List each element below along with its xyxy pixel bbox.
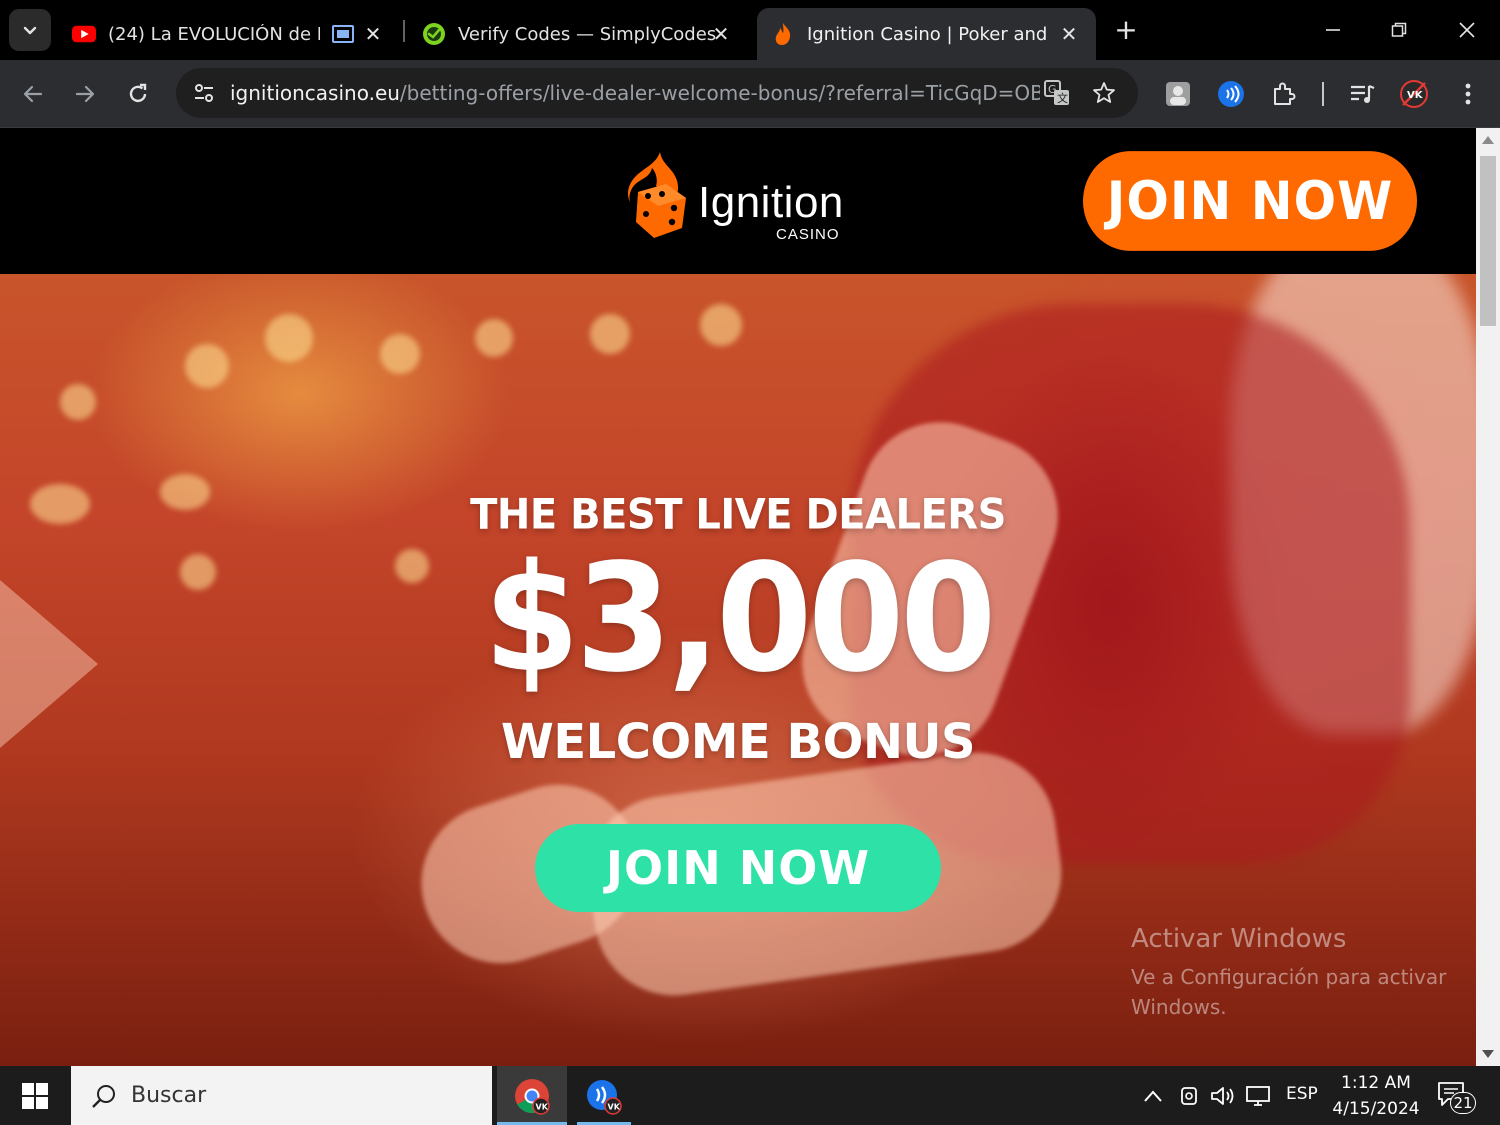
read-aloud-extension-icon[interactable] [1215, 78, 1247, 110]
restore-button[interactable] [1366, 0, 1432, 60]
back-button[interactable] [13, 74, 53, 114]
windows-logo-icon [22, 1082, 48, 1109]
search-placeholder: Buscar [131, 1083, 207, 1108]
tab-divider [403, 20, 405, 42]
scroll-thumb[interactable] [1480, 156, 1496, 326]
close-icon [1459, 22, 1475, 38]
arrow-left-icon [23, 85, 43, 103]
simplycodes-icon [422, 22, 446, 46]
url-path: /betting-offers/live-dealer-welcome-bonu… [399, 81, 1040, 105]
url-text[interactable]: ignitioncasino.eu/betting-offers/live-de… [230, 68, 1040, 118]
svg-text:VK: VK [536, 1102, 549, 1111]
profile-extension-icon[interactable] [1162, 78, 1194, 110]
new-tab-button[interactable]: + [1110, 14, 1142, 46]
clock-date: 4/15/2024 [1332, 1099, 1420, 1119]
close-icon[interactable]: ✕ [708, 21, 734, 47]
vpn-extension-icon[interactable]: VK [1398, 78, 1430, 110]
tab-search-button[interactable] [9, 9, 51, 51]
close-icon[interactable]: ✕ [1056, 21, 1082, 47]
chevron-down-icon [23, 26, 37, 35]
tab-title: (24) La EVOLUCIÓN de Mus [108, 23, 320, 45]
scroll-down-icon[interactable] [1482, 1050, 1494, 1058]
network-icon[interactable] [1244, 1082, 1274, 1110]
bookmark-star-icon[interactable] [1090, 79, 1118, 107]
clock-time: 1:12 AM [1341, 1073, 1411, 1093]
reload-icon [129, 83, 147, 103]
address-bar[interactable]: ignitioncasino.eu/betting-offers/live-de… [176, 68, 1138, 118]
translate-icon[interactable]: G文 [1043, 79, 1071, 107]
close-window-button[interactable] [1434, 0, 1500, 60]
site-settings-icon[interactable] [188, 77, 220, 109]
web-page: Ignition CASINO JOIN NOW THE BEST LIVE D… [0, 128, 1476, 1066]
svg-text:VK: VK [1407, 90, 1424, 101]
page-scrollbar[interactable] [1476, 128, 1500, 1066]
hero-subheadline: WELCOME BONUS [500, 714, 976, 770]
taskbar-search[interactable]: Buscar [71, 1066, 492, 1125]
bokeh-light [185, 344, 229, 388]
ignition-flame-icon [771, 22, 795, 46]
bokeh-light [60, 384, 96, 420]
windows-taskbar: Buscar VK VK ESP 1:12 AM 4/15/2024 21 [0, 1066, 1500, 1125]
watermark-subtitle: Ve a Configuración para activar Windows. [1131, 965, 1447, 1019]
hero-bonus-amount: $3,000 [483, 531, 997, 706]
arrow-right-icon [75, 85, 95, 103]
search-icon [89, 1081, 119, 1111]
tab-title: Ignition Casino | Poker and Casi [807, 23, 1051, 45]
close-icon[interactable]: ✕ [360, 21, 386, 47]
ignition-logo[interactable]: Ignition CASINO [626, 150, 856, 246]
header-join-now-button[interactable]: JOIN NOW [1083, 151, 1417, 251]
hero-join-now-button[interactable]: JOIN NOW [535, 824, 941, 912]
volume-icon[interactable] [1208, 1082, 1238, 1110]
minimize-button[interactable] [1300, 0, 1366, 60]
notification-center-button[interactable]: 21 [1436, 1080, 1476, 1114]
tab-ignition[interactable]: Ignition Casino | Poker and Casi ✕ [757, 8, 1096, 60]
reload-button[interactable] [118, 74, 158, 114]
forward-button[interactable] [65, 74, 105, 114]
more-menu-icon[interactable] [1452, 78, 1484, 110]
bokeh-light [380, 334, 420, 374]
url-domain: ignitioncasino.eu [230, 81, 400, 105]
site-header: Ignition CASINO JOIN NOW [0, 128, 1476, 274]
show-hidden-icons-icon[interactable] [1138, 1082, 1168, 1110]
read-aloud-app-icon: VK [587, 1079, 622, 1115]
notification-count-badge: 21 [1450, 1092, 1476, 1114]
start-button[interactable] [0, 1066, 70, 1125]
tab-youtube[interactable]: (24) La EVOLUCIÓN de Mus ✕ [58, 8, 400, 60]
toolbar-separator [1322, 82, 1324, 106]
tab-simplycodes[interactable]: Verify Codes — SimplyCodes ✕ [408, 8, 748, 60]
taskbar-clock[interactable]: 1:12 AM 4/15/2024 [1330, 1070, 1422, 1122]
taskbar-app[interactable]: VK [569, 1066, 639, 1125]
tab-strip: (24) La EVOLUCIÓN de Mus ✕ Verify Codes … [0, 0, 1500, 60]
browser-toolbar: ignitioncasino.eu/betting-offers/live-de… [0, 60, 1500, 128]
logo-subtitle: CASINO [776, 226, 840, 243]
svg-text:VK: VK [608, 1102, 621, 1111]
minimize-icon [1326, 29, 1340, 31]
bokeh-light [590, 314, 630, 354]
meet-now-icon[interactable] [1174, 1082, 1204, 1110]
flame-dice-logo-icon [628, 152, 686, 238]
windows-activation-watermark: Activar Windows Ve a Configuración para … [1131, 924, 1451, 1022]
bokeh-light [265, 314, 313, 362]
input-language[interactable]: ESP [1286, 1084, 1318, 1104]
taskbar-chrome[interactable]: VK [497, 1066, 567, 1125]
restore-icon [1391, 22, 1407, 37]
logo-wordmark: Ignition [698, 178, 844, 227]
youtube-icon [72, 22, 96, 46]
bokeh-light [475, 319, 513, 357]
picture-in-picture-icon [332, 25, 354, 43]
scroll-up-icon[interactable] [1482, 136, 1494, 144]
tab-title: Verify Codes — SimplyCodes [458, 23, 717, 45]
svg-text:文: 文 [1057, 91, 1068, 105]
watermark-title: Activar Windows [1131, 924, 1347, 954]
hero-banner: THE BEST LIVE DEALERS $3,000 WELCOME BON… [0, 274, 1476, 1066]
bokeh-light [700, 304, 742, 346]
extensions-puzzle-icon[interactable] [1268, 78, 1300, 110]
media-controls-icon[interactable] [1346, 78, 1378, 110]
chrome-icon: VK [515, 1078, 550, 1115]
